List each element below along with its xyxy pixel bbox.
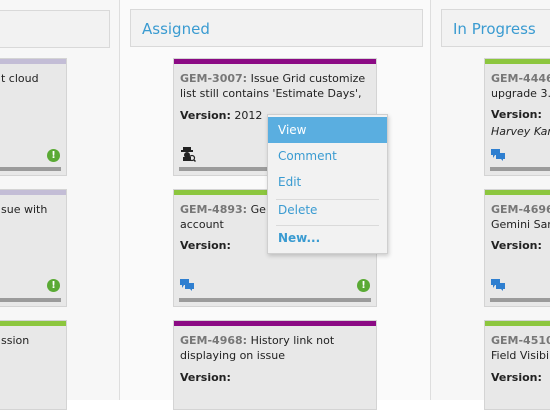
card-version: Version: <box>491 108 542 121</box>
card-status-bar <box>485 59 550 64</box>
issue-key[interactable]: GEM-3007: <box>180 72 247 85</box>
card-footer-bar <box>0 298 61 302</box>
card-title: GEM-4446 <box>491 71 550 86</box>
comment-icon[interactable] <box>491 279 505 291</box>
card-title: GEM-4696 <box>491 202 550 217</box>
card-status-bar <box>0 190 66 195</box>
card-version: Version: <box>491 371 542 384</box>
card-footer-bar <box>179 298 371 302</box>
card-status-bar <box>485 190 550 195</box>
card-version: Version: <box>491 239 542 252</box>
card-title: GEM-4968: History link not displaying on… <box>180 334 335 362</box>
issue-key[interactable]: GEM-4696 <box>491 203 550 216</box>
menu-item-view[interactable]: View <box>268 117 387 143</box>
issue-key[interactable]: GEM-4510 <box>491 334 550 347</box>
issue-card[interactable]: GEM-4446 upgrade 3. Version: Harvey Kand <box>484 58 550 176</box>
issue-key[interactable]: GEM-4893: <box>180 203 247 216</box>
column-header-left <box>0 10 110 48</box>
card-title-line2: Gemini Sar <box>491 218 550 231</box>
card-footer-bar <box>490 298 550 302</box>
issue-card[interactable]: t cloud ! <box>0 58 67 176</box>
card-footer-bar <box>0 167 61 171</box>
card-status-bar <box>0 59 66 64</box>
card-footer-bar <box>490 167 550 171</box>
card-title-line2: Field Visibil <box>491 349 550 362</box>
column-header-assigned: Assigned <box>130 9 423 47</box>
menu-item-edit[interactable]: Edit <box>268 169 387 195</box>
context-menu: View Comment Edit Delete New... <box>267 114 388 254</box>
priority-icon: ! <box>47 279 60 292</box>
card-version: Version: <box>180 371 231 384</box>
card-status-bar <box>174 321 376 326</box>
card-title: sue with <box>1 203 48 216</box>
card-title-line2: upgrade 3. <box>491 87 550 100</box>
card-status-bar <box>485 321 550 326</box>
issue-card[interactable]: ssion <box>0 320 67 410</box>
column-header-in-progress: In Progress <box>441 9 550 47</box>
issue-card[interactable]: GEM-4696 Gemini Sar Version: <box>484 189 550 307</box>
comment-icon[interactable] <box>491 149 505 161</box>
card-status-bar <box>0 321 66 326</box>
priority-icon: ! <box>47 149 60 162</box>
menu-item-delete[interactable]: Delete <box>268 197 387 223</box>
agent-icon <box>181 147 196 162</box>
card-title: GEM-4510 <box>491 333 550 348</box>
card-title: t cloud <box>1 72 39 85</box>
priority-icon: ! <box>357 279 370 292</box>
issue-card[interactable]: GEM-4510 Field Visibil Version: <box>484 320 550 410</box>
issue-key[interactable]: GEM-4968: <box>180 334 247 347</box>
issue-card[interactable]: sue with ! <box>0 189 67 307</box>
menu-item-comment[interactable]: Comment <box>268 143 387 169</box>
card-title: ssion <box>1 334 30 347</box>
card-assignee: Harvey Kand <box>491 125 550 138</box>
card-status-bar <box>174 59 376 64</box>
card-title: GEM-3007: Issue Grid customize list stil… <box>180 72 366 100</box>
issue-card[interactable]: GEM-4968: History link not displaying on… <box>173 320 377 410</box>
issue-key[interactable]: GEM-4446 <box>491 72 550 85</box>
menu-item-new[interactable]: New... <box>268 225 387 251</box>
comment-icon[interactable] <box>180 279 194 291</box>
